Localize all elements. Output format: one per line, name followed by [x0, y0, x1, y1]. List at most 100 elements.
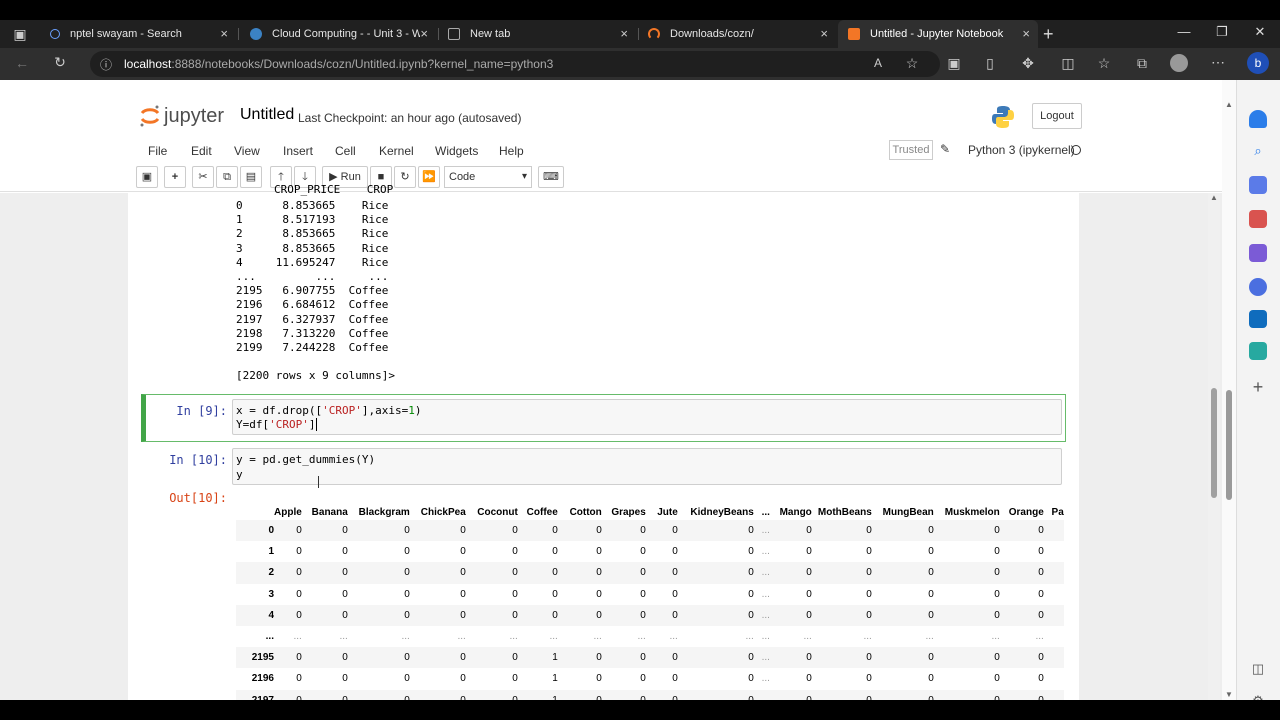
- close-icon[interactable]: ×: [220, 26, 228, 41]
- table-cell: 0: [866, 673, 872, 685]
- info-icon[interactable]: ⓘ: [96, 56, 116, 73]
- table-cell: 0: [296, 588, 302, 600]
- scrollbar-thumb[interactable]: [1211, 388, 1217, 498]
- table-cell: 0: [811, 689, 872, 700]
- split-screen-icon[interactable]: ◫: [1058, 55, 1078, 72]
- tag-icon[interactable]: [1249, 176, 1267, 194]
- send-icon[interactable]: [1249, 342, 1267, 360]
- more-menu-icon[interactable]: ⋯: [1208, 54, 1228, 71]
- fast-forward-icon[interactable]: ⏩: [418, 166, 440, 188]
- notebook-title[interactable]: Untitled: [240, 106, 294, 124]
- copy-icon[interactable]: ⧉: [216, 166, 238, 188]
- table-cell: 0: [999, 647, 1044, 669]
- add-icon[interactable]: +: [1249, 378, 1267, 396]
- kernel-name[interactable]: Python 3 (ipykernel): [968, 143, 1075, 157]
- games-icon[interactable]: [1249, 244, 1267, 262]
- scroll-up-icon[interactable]: ▲: [1210, 193, 1218, 202]
- restore-icon[interactable]: ❐: [1212, 24, 1232, 40]
- menu-insert[interactable]: Insert: [283, 144, 313, 158]
- keyboard-icon[interactable]: ⌨: [538, 166, 564, 188]
- table-cell: 0: [274, 647, 302, 669]
- trusted-badge[interactable]: Trusted: [889, 140, 933, 160]
- settings-gear-icon[interactable]: ⚙: [1249, 692, 1267, 700]
- tab-untitled-notebook[interactable]: Untitled - Jupyter Notebook ×: [838, 20, 1038, 48]
- minimize-icon[interactable]: —: [1174, 24, 1194, 39]
- table-cell: 0: [811, 647, 872, 669]
- copilot-icon[interactable]: b: [1247, 52, 1269, 74]
- restart-icon[interactable]: ↻: [394, 166, 416, 188]
- extension-icon[interactable]: ▣: [944, 55, 964, 72]
- cell-type-select[interactable]: Code ▾: [444, 166, 532, 188]
- paste-icon[interactable]: ▤: [240, 166, 262, 188]
- copilot-sidebar-icon[interactable]: [1249, 278, 1267, 296]
- table-cell: ...: [457, 631, 466, 643]
- table-cell: 0: [460, 546, 466, 558]
- close-icon[interactable]: ×: [620, 26, 628, 41]
- kernel-status-icon: [1071, 145, 1081, 155]
- row-index: 1: [268, 546, 274, 558]
- table-cell: 0: [601, 520, 646, 542]
- menu-view[interactable]: View: [234, 144, 260, 158]
- code-cell-input[interactable]: x = df.drop(['CROP'],axis=1) Y=df['CROP'…: [232, 399, 1062, 435]
- table-cell: 0: [677, 562, 754, 584]
- cut-icon[interactable]: ✂: [192, 166, 214, 188]
- menu-help[interactable]: Help: [499, 144, 524, 158]
- page-scrollbar[interactable]: ▲ ▼: [1222, 80, 1236, 700]
- table-cell: 0: [342, 673, 348, 685]
- phone-icon[interactable]: ▯: [980, 55, 1000, 72]
- tab-title: Cloud Computing - - Unit 3 - We: [272, 28, 420, 40]
- play-icon: ▶: [329, 171, 341, 183]
- read-aloud-icon[interactable]: A: [868, 56, 888, 70]
- notebook-scrollbar[interactable]: ▲: [1208, 193, 1220, 700]
- save-icon[interactable]: ▣: [136, 166, 158, 188]
- tab-strip: ▣ nptel swayam - Search × Cloud Computin…: [0, 20, 1280, 48]
- profile-avatar[interactable]: [1170, 54, 1188, 72]
- scroll-up-icon[interactable]: ▲: [1225, 100, 1233, 109]
- menu-edit[interactable]: Edit: [191, 144, 212, 158]
- jupyter-brand[interactable]: jupyter: [164, 105, 224, 128]
- menu-cell[interactable]: Cell: [335, 144, 356, 158]
- close-icon[interactable]: ×: [820, 26, 828, 41]
- menu-kernel[interactable]: Kernel: [379, 144, 414, 158]
- favorites-icon[interactable]: ☆: [1094, 55, 1114, 72]
- favorite-star-icon[interactable]: ☆: [902, 55, 922, 72]
- tab-cloud-computing[interactable]: Cloud Computing - - Unit 3 - We ×: [240, 20, 436, 48]
- tab-actions-icon[interactable]: ▣: [10, 26, 30, 43]
- column-header: MungBean: [882, 506, 934, 518]
- scroll-down-icon[interactable]: ▼: [1225, 690, 1233, 699]
- table-cell: 0: [512, 588, 518, 600]
- table-cell: 0: [777, 604, 812, 626]
- code-cell-input[interactable]: y = pd.get_dummies(Y) y: [232, 448, 1062, 485]
- puzzle-icon[interactable]: ✥: [1018, 55, 1038, 72]
- briefcase-icon[interactable]: [1249, 210, 1267, 228]
- close-icon[interactable]: ×: [1022, 26, 1030, 41]
- window-close-icon[interactable]: ✕: [1250, 24, 1270, 40]
- row-index: ...: [265, 631, 274, 643]
- bell-icon[interactable]: [1249, 110, 1267, 128]
- output-line: 2197 6.327937 Coffee: [236, 312, 389, 326]
- tab-search[interactable]: nptel swayam - Search ×: [40, 20, 236, 48]
- add-cell-icon[interactable]: +: [164, 166, 186, 188]
- outlook-icon[interactable]: [1249, 310, 1267, 328]
- collections-icon[interactable]: ⧉: [1132, 55, 1152, 72]
- logout-button[interactable]: Logout: [1032, 103, 1082, 129]
- search-icon[interactable]: ⌕: [1249, 142, 1267, 160]
- close-icon[interactable]: ×: [420, 26, 428, 41]
- tab-downloads[interactable]: Downloads/cozn/ ×: [638, 20, 836, 48]
- table-cell: 0: [409, 604, 466, 626]
- pencil-icon[interactable]: ✎: [940, 142, 950, 156]
- menu-widgets[interactable]: Widgets: [435, 144, 478, 158]
- table-cell: 0: [465, 647, 518, 669]
- sidebar-toggle-icon[interactable]: ◫: [1249, 660, 1267, 678]
- table-cell: 0: [999, 520, 1044, 542]
- table-cell: ...: [593, 631, 602, 643]
- url-text: localhost:8888/notebooks/Downloads/cozn/…: [124, 57, 554, 71]
- refresh-icon[interactable]: ↻: [50, 54, 70, 71]
- tab-new-tab[interactable]: New tab ×: [438, 20, 636, 48]
- address-bar[interactable]: ⓘ localhost:8888/notebooks/Downloads/coz…: [90, 51, 940, 77]
- table-cell: 0: [645, 604, 678, 626]
- new-tab-button[interactable]: +: [1043, 24, 1054, 45]
- back-icon[interactable]: ←: [12, 55, 32, 71]
- scrollbar-thumb[interactable]: [1226, 390, 1232, 500]
- menu-file[interactable]: File: [148, 144, 167, 158]
